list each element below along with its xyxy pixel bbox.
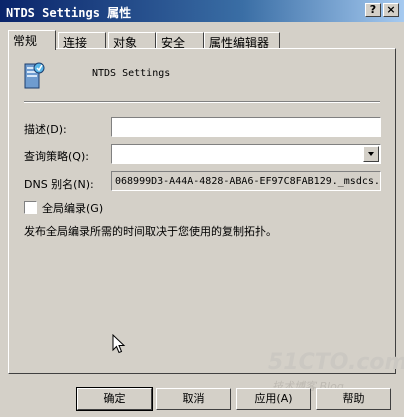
- replication-note: 发布全局编录所需的时间取决于您使用的复制拓扑。: [24, 225, 277, 238]
- tab-security[interactable]: 安全: [156, 32, 204, 50]
- description-label: 描述(D):: [24, 123, 67, 136]
- global-catalog-checkbox[interactable]: [24, 201, 37, 214]
- watermark-logo: 51CTO.com: [268, 350, 404, 375]
- tab-general[interactable]: 常规: [8, 30, 56, 50]
- title-bar[interactable]: NTDS Settings 属性 ? ×: [0, 0, 404, 22]
- help-button[interactable]: 帮助: [316, 388, 391, 410]
- tab-attribute-editor[interactable]: 属性编辑器: [204, 32, 280, 50]
- object-name: NTDS Settings: [92, 68, 171, 79]
- window-title: NTDS Settings 属性: [6, 6, 132, 20]
- close-button[interactable]: ×: [383, 3, 399, 17]
- tab-general-label: 常规: [13, 34, 38, 48]
- global-catalog-label[interactable]: 全局编录(G): [42, 200, 103, 216]
- apply-button[interactable]: 应用(A): [236, 388, 311, 410]
- query-policy-select[interactable]: [111, 144, 381, 164]
- separator: [24, 101, 380, 103]
- dns-alias-field[interactable]: 068999D3-A44A-4828-ABA6-EF97C8FAB129._ms…: [111, 171, 381, 191]
- ok-button[interactable]: 确定: [76, 387, 153, 411]
- dns-alias-label: DNS 别名(N):: [24, 178, 94, 191]
- help-title-button[interactable]: ?: [365, 3, 381, 17]
- tab-object[interactable]: 对象: [108, 32, 156, 50]
- mouse-cursor-icon: [112, 334, 126, 354]
- description-field[interactable]: [111, 117, 381, 137]
- query-policy-label: 查询策略(Q):: [24, 150, 89, 163]
- chevron-down-icon[interactable]: [363, 146, 379, 162]
- ntds-settings-icon: [24, 62, 45, 89]
- cancel-button[interactable]: 取消: [156, 388, 231, 410]
- tab-connection[interactable]: 连接: [58, 32, 106, 50]
